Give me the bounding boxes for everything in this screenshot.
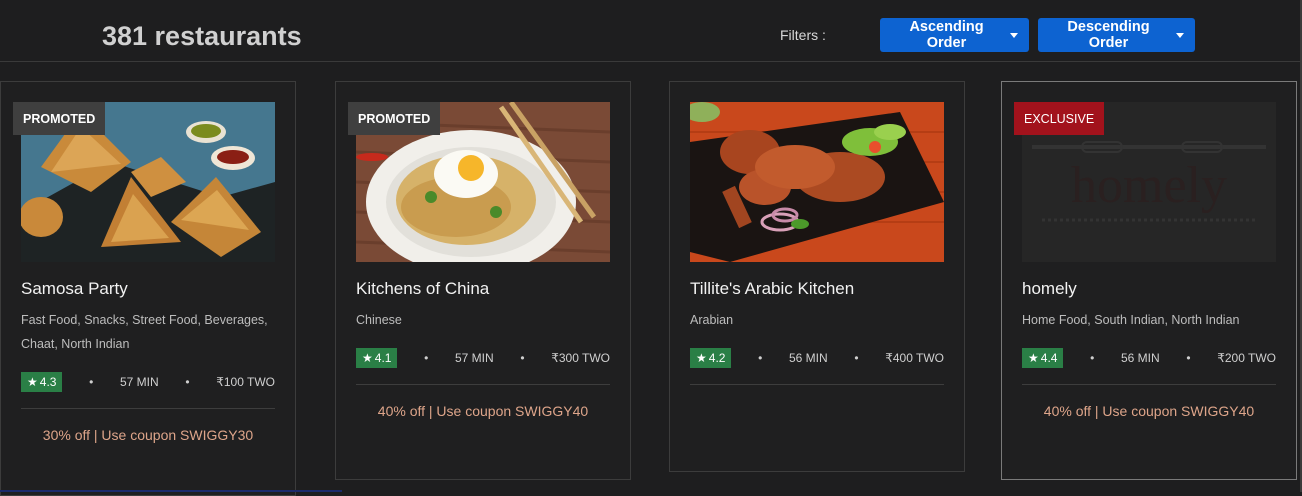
divider bbox=[21, 408, 275, 409]
separator-dot-icon: • bbox=[1090, 351, 1095, 365]
delivery-time: 57 MIN bbox=[455, 351, 494, 365]
homely-logo-text: homely bbox=[1071, 157, 1227, 214]
restaurant-meta: ★ 4.2 • 56 MIN • ₹400 TWO bbox=[690, 347, 944, 369]
separator-dot-icon: • bbox=[520, 351, 525, 365]
top-bar: 381 restaurants Filters : Ascending Orde… bbox=[0, 0, 1302, 62]
restaurant-meta: ★ 4.4 • 56 MIN • ₹200 TWO bbox=[1022, 347, 1276, 369]
restaurant-cuisines: Arabian bbox=[690, 313, 734, 327]
separator-dot-icon: • bbox=[1186, 351, 1191, 365]
divider bbox=[356, 384, 610, 385]
star-icon: ★ bbox=[696, 351, 707, 365]
separator-dot-icon: • bbox=[89, 375, 94, 389]
restaurant-name[interactable]: Tillite's Arabic Kitchen bbox=[690, 279, 854, 299]
star-icon: ★ bbox=[362, 351, 373, 365]
star-icon: ★ bbox=[1028, 351, 1039, 365]
restaurant-cuisines: Home Food, South Indian, North Indian bbox=[1022, 313, 1240, 327]
restaurant-card[interactable]: PROMOTED Kitchens of China Chinese ★ 4.1 … bbox=[335, 81, 631, 480]
restaurant-card[interactable]: homely EXCLUSIVE homely Home Food, South… bbox=[1001, 81, 1297, 480]
star-icon: ★ bbox=[27, 375, 38, 389]
restaurant-card[interactable]: PROMOTED Samosa Party Fast Food, Snacks,… bbox=[0, 81, 296, 496]
separator-dot-icon: • bbox=[758, 351, 763, 365]
chevron-down-icon bbox=[1176, 32, 1184, 38]
descending-order-label: Descending Order bbox=[1067, 19, 1150, 51]
promoted-badge: PROMOTED bbox=[348, 102, 441, 135]
divider bbox=[690, 384, 944, 385]
cost-for-two: ₹300 TWO bbox=[551, 351, 610, 365]
delivery-time: 57 MIN bbox=[120, 375, 159, 389]
rating-value: 4.4 bbox=[1040, 351, 1058, 365]
rating-value: 4.3 bbox=[39, 375, 57, 389]
cost-for-two: ₹100 TWO bbox=[216, 375, 275, 389]
rating-value: 4.2 bbox=[708, 351, 726, 365]
restaurant-name[interactable]: Kitchens of China bbox=[356, 279, 489, 299]
separator-dot-icon: • bbox=[424, 351, 429, 365]
divider bbox=[1022, 384, 1276, 385]
cost-for-two: ₹400 TWO bbox=[885, 351, 944, 365]
restaurant-name[interactable]: homely bbox=[1022, 279, 1077, 299]
separator-dot-icon: • bbox=[185, 375, 190, 389]
ascending-order-dropdown[interactable]: Ascending Order bbox=[880, 18, 1029, 52]
descending-order-dropdown[interactable]: Descending Order bbox=[1038, 18, 1195, 52]
rating-badge: ★ 4.1 bbox=[356, 348, 398, 368]
rating-badge: ★ 4.4 bbox=[1022, 348, 1064, 368]
offer-text: 40% off | Use coupon SWIGGY40 bbox=[377, 403, 589, 419]
filters-label: Filters : bbox=[780, 27, 826, 43]
promoted-badge: PROMOTED bbox=[13, 102, 106, 135]
rating-badge: ★ 4.3 bbox=[21, 372, 63, 392]
restaurant-image[interactable] bbox=[690, 102, 944, 262]
ascending-order-label: Ascending Order bbox=[909, 19, 984, 51]
delivery-time: 56 MIN bbox=[1121, 351, 1160, 365]
delivery-time: 56 MIN bbox=[789, 351, 828, 365]
restaurant-meta: ★ 4.3 • 57 MIN • ₹100 TWO bbox=[21, 371, 275, 393]
restaurant-cuisines: Fast Food, Snacks, Street Food, Beverage… bbox=[21, 313, 268, 351]
grilled-chicken-photo-icon bbox=[690, 102, 944, 262]
rating-badge: ★ 4.2 bbox=[690, 348, 732, 368]
restaurant-cuisines: Chinese bbox=[356, 313, 402, 327]
cost-for-two: ₹200 TWO bbox=[1217, 351, 1276, 365]
restaurant-meta: ★ 4.1 • 57 MIN • ₹300 TWO bbox=[356, 347, 610, 369]
offer-text: 30% off | Use coupon SWIGGY30 bbox=[42, 427, 254, 443]
rating-value: 4.1 bbox=[374, 351, 392, 365]
offer-text: 40% off | Use coupon SWIGGY40 bbox=[1043, 403, 1255, 419]
chevron-down-icon bbox=[1010, 32, 1018, 38]
separator-dot-icon: • bbox=[854, 351, 859, 365]
restaurant-card[interactable]: Tillite's Arabic Kitchen Arabian ★ 4.2 • … bbox=[669, 81, 965, 472]
restaurant-count-title: 381 restaurants bbox=[102, 21, 302, 51]
exclusive-badge: EXCLUSIVE bbox=[1014, 102, 1105, 135]
restaurant-name[interactable]: Samosa Party bbox=[21, 279, 128, 299]
